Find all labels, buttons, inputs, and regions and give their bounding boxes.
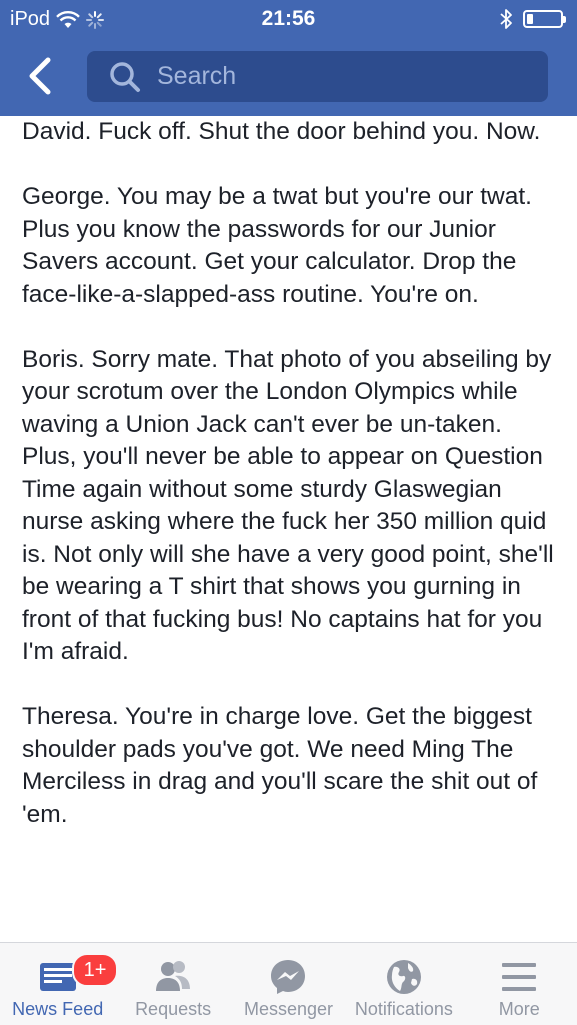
tab-label: News Feed — [12, 999, 104, 1019]
globe-icon — [386, 960, 421, 994]
post-paragraph: George. You may be a twat but you're our… — [22, 183, 532, 308]
post-paragraph: Boris. Sorry mate. That photo of you abs… — [22, 345, 554, 666]
back-button[interactable] — [20, 54, 60, 98]
tab-messenger[interactable]: Messenger — [231, 943, 346, 1025]
tab-bar: 1+ News Feed Requests Messenger Notifica… — [0, 942, 577, 1025]
tab-label: Notifications — [354, 999, 453, 1019]
search-icon — [110, 61, 140, 92]
status-bar: iPod 21:56 — [0, 0, 577, 40]
post-paragraph: Theresa. You're in charge love. Get the … — [22, 703, 538, 828]
search-input[interactable] — [155, 61, 519, 92]
tab-label: More — [498, 999, 540, 1019]
search-bar[interactable] — [87, 51, 548, 102]
battery-icon — [523, 10, 566, 28]
bluetooth-icon — [500, 9, 512, 29]
battery-level — [527, 14, 533, 24]
tab-notifications[interactable]: Notifications — [346, 943, 461, 1025]
tab-news-feed[interactable]: 1+ News Feed — [0, 943, 118, 1025]
friends-icon — [156, 961, 191, 991]
post-body: David. Fuck off. Shut the door behind yo… — [22, 116, 562, 942]
messenger-icon — [271, 960, 306, 994]
nav-bar — [0, 40, 577, 116]
tab-label: Requests — [135, 999, 212, 1019]
menu-icon — [502, 963, 537, 991]
chevron-left-icon — [29, 57, 51, 95]
tab-label: Messenger — [243, 999, 333, 1019]
notification-badge: 1+ — [72, 953, 118, 987]
tab-more[interactable]: More — [462, 943, 577, 1025]
tab-requests[interactable]: Requests — [115, 943, 230, 1025]
status-time: 21:56 — [261, 7, 316, 30]
post-paragraph: David. Fuck off. Shut the door behind yo… — [22, 118, 541, 145]
status-right — [499, 8, 566, 30]
